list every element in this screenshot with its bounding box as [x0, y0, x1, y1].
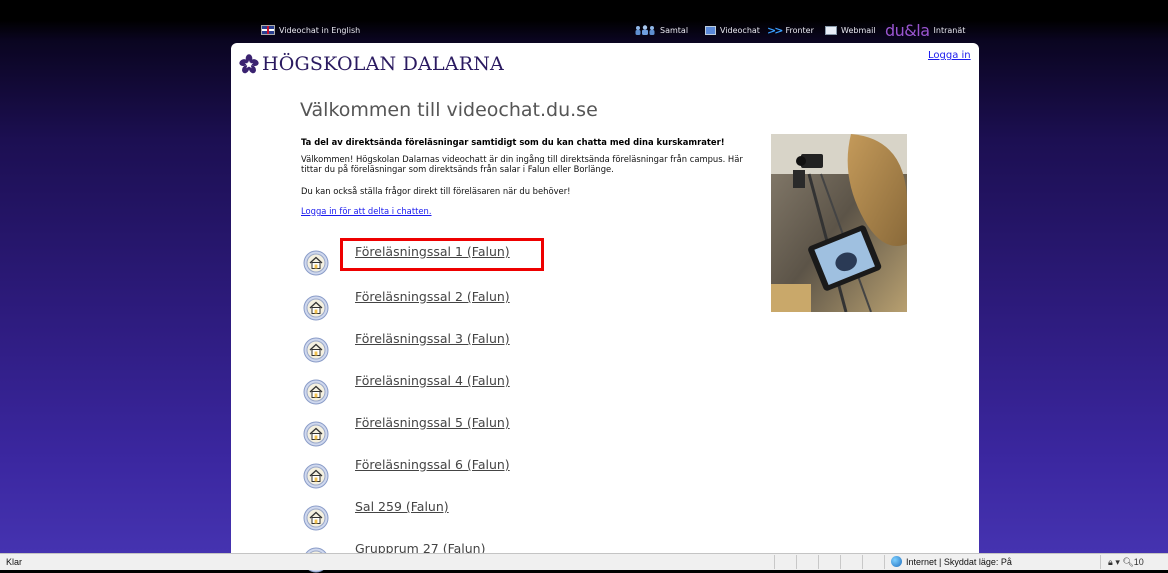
- people-icon: [635, 25, 655, 35]
- room-label: Föreläsningssal 4 (Falun): [355, 373, 510, 388]
- home-icon: [303, 463, 329, 489]
- nav-samtal-link[interactable]: Samtal: [634, 22, 688, 38]
- room-label: Föreläsningssal 2 (Falun): [355, 289, 510, 304]
- status-divider: [862, 555, 863, 569]
- zoom-icon: 🔍︎: [1122, 557, 1134, 567]
- home-icon: [303, 421, 329, 447]
- zoom-value: 10: [1133, 557, 1144, 567]
- room-link[interactable]: Föreläsningssal 3 (Falun): [303, 331, 603, 363]
- globe-icon: [891, 556, 902, 567]
- room-link[interactable]: Föreläsningssal 5 (Falun): [303, 415, 603, 447]
- chevron-down-icon: ▾: [1115, 557, 1120, 567]
- nav-webmail-label: Webmail: [841, 25, 876, 35]
- nav-videochat-label: Videochat: [720, 25, 760, 35]
- logo-text: HÖGSKOLAN DALARNA: [262, 53, 504, 75]
- nav-fronter-link[interactable]: >> Fronter: [767, 22, 814, 38]
- room-link[interactable]: Sal 259 (Falun): [303, 499, 603, 531]
- camera-photo: [771, 134, 907, 312]
- status-divider: [818, 555, 819, 569]
- page-title: Välkommen till videochat.du.se: [300, 99, 598, 121]
- mail-icon: [825, 25, 837, 35]
- room-label: Föreläsningssal 5 (Falun): [355, 415, 510, 430]
- browser-status-bar: Klar Internet | Skyddat läge: På 🔒︎ ▾ 🔍︎…: [0, 553, 1168, 570]
- nav-intranat-link[interactable]: du&la Intranät: [885, 20, 966, 40]
- intro-paragraph: Välkommen! Högskolan Dalarnas videochatt…: [301, 154, 743, 174]
- status-divider: [796, 555, 797, 569]
- status-divider: [1100, 555, 1101, 569]
- room-label: Sal 259 (Falun): [355, 499, 449, 514]
- top-navigation: Videochat in English Samtal Videochat >>…: [0, 0, 1168, 44]
- room-link[interactable]: Föreläsningssal 2 (Falun): [303, 289, 603, 321]
- monitor-icon: [705, 25, 716, 35]
- dula-logo: du&la: [885, 20, 930, 40]
- nav-english-link[interactable]: Videochat in English: [261, 22, 360, 38]
- security-zone-label: Internet | Skyddat läge: På: [906, 556, 1012, 567]
- flower-logo-icon: [239, 54, 259, 74]
- nav-english-label: Videochat in English: [279, 25, 361, 35]
- status-divider: [884, 555, 885, 569]
- nav-webmail-link[interactable]: Webmail: [825, 22, 876, 38]
- nav-videochat-link[interactable]: Videochat: [705, 22, 760, 38]
- home-icon: [303, 295, 329, 321]
- zoom-control[interactable]: 🔒︎ ▾ 🔍︎10: [1108, 557, 1144, 568]
- home-icon: [303, 337, 329, 363]
- protected-mode-icon: 🔒︎: [1108, 557, 1113, 567]
- home-icon: [303, 505, 329, 531]
- lead-text: Ta del av direktsända föreläsningar samt…: [301, 137, 725, 147]
- room-link[interactable]: Föreläsningssal 1 (Falun): [303, 244, 603, 276]
- nav-samtal-label: Samtal: [660, 25, 689, 35]
- status-divider: [840, 555, 841, 569]
- home-icon: [303, 250, 329, 276]
- room-link[interactable]: Föreläsningssal 6 (Falun): [303, 457, 603, 489]
- security-zone[interactable]: Internet | Skyddat läge: På: [891, 556, 1012, 567]
- room-link[interactable]: Föreläsningssal 4 (Falun): [303, 373, 603, 405]
- home-icon: [303, 379, 329, 405]
- room-label: Föreläsningssal 1 (Falun): [355, 244, 510, 259]
- nav-intranat-label: Intranät: [933, 25, 966, 35]
- room-label: Föreläsningssal 6 (Falun): [355, 457, 510, 472]
- main-content-card: HÖGSKOLAN DALARNA Logga in Välkommen til…: [231, 43, 979, 573]
- status-divider: [774, 555, 775, 569]
- questions-paragraph: Du kan också ställa frågor direkt till f…: [301, 186, 571, 196]
- status-text: Klar: [6, 557, 23, 567]
- nav-fronter-label: Fronter: [785, 25, 814, 35]
- login-link-top[interactable]: Logga in: [928, 50, 971, 61]
- double-arrow-icon: >>: [767, 23, 784, 37]
- chat-login-link[interactable]: Logga in för att delta i chatten.: [301, 206, 432, 216]
- site-logo[interactable]: HÖGSKOLAN DALARNA: [239, 53, 504, 75]
- room-label: Föreläsningssal 3 (Falun): [355, 331, 510, 346]
- uk-flag-icon: [261, 25, 275, 35]
